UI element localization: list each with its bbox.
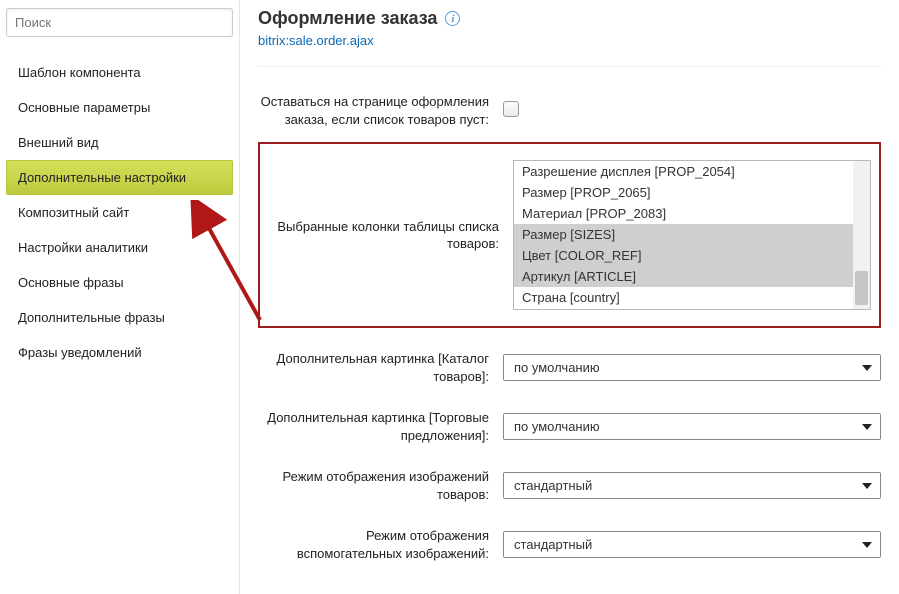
sidebar-item-7[interactable]: Дополнительные фразы bbox=[6, 300, 233, 335]
chevron-down-icon bbox=[862, 542, 872, 548]
column-option-4[interactable]: Цвет [COLOR_REF] bbox=[514, 245, 870, 266]
search-input[interactable] bbox=[6, 8, 233, 37]
select-catalog-image[interactable]: по умолчанию bbox=[503, 354, 881, 381]
label-aux-image-mode: Режим отображения вспомогательных изобра… bbox=[258, 527, 503, 562]
column-option-3[interactable]: Размер [SIZES] bbox=[514, 224, 870, 245]
main-panel: Оформление заказа i bitrix:sale.order.aj… bbox=[240, 0, 899, 594]
component-name: bitrix:sale.order.ajax bbox=[258, 33, 881, 48]
row-offers-image: Дополнительная картинка [Торговые предло… bbox=[258, 397, 881, 456]
label-stay-on-page: Оставаться на странице оформления заказа… bbox=[258, 93, 503, 128]
sidebar: Шаблон компонентаОсновные параметрыВнешн… bbox=[0, 0, 240, 594]
label-catalog-image: Дополнительная картинка [Каталог товаров… bbox=[258, 350, 503, 385]
label-offers-image: Дополнительная картинка [Торговые предло… bbox=[258, 409, 503, 444]
column-option-2[interactable]: Материал [PROP_2083] bbox=[514, 203, 870, 224]
label-columns: Выбранные колонки таблицы списка товаров… bbox=[268, 218, 513, 253]
row-aux-image-mode: Режим отображения вспомогательных изобра… bbox=[258, 515, 881, 574]
divider bbox=[258, 66, 881, 67]
chevron-down-icon bbox=[862, 365, 872, 371]
select-value: по умолчанию bbox=[514, 360, 600, 375]
sidebar-item-4[interactable]: Композитный сайт bbox=[6, 195, 233, 230]
select-value: по умолчанию bbox=[514, 419, 600, 434]
scrollbar-thumb[interactable] bbox=[855, 271, 868, 305]
sidebar-item-5[interactable]: Настройки аналитики bbox=[6, 230, 233, 265]
select-value: стандартный bbox=[514, 537, 592, 552]
page-title: Оформление заказа bbox=[258, 8, 437, 29]
select-aux-image-mode[interactable]: стандартный bbox=[503, 531, 881, 558]
search-wrap bbox=[6, 8, 233, 37]
column-option-0[interactable]: Разрешение дисплея [PROP_2054] bbox=[514, 161, 870, 182]
row-stay-on-page: Оставаться на странице оформления заказа… bbox=[258, 81, 881, 140]
chevron-down-icon bbox=[862, 424, 872, 430]
sidebar-item-6[interactable]: Основные фразы bbox=[6, 265, 233, 300]
row-columns: Выбранные колонки таблицы списка товаров… bbox=[268, 154, 871, 316]
sidebar-nav: Шаблон компонентаОсновные параметрыВнешн… bbox=[6, 47, 233, 370]
sidebar-item-0[interactable]: Шаблон компонента bbox=[6, 55, 233, 90]
scrollbar-track[interactable] bbox=[853, 161, 870, 309]
highlight-frame: Выбранные колонки таблицы списка товаров… bbox=[258, 142, 881, 328]
sidebar-item-1[interactable]: Основные параметры bbox=[6, 90, 233, 125]
checkbox-stay-on-page[interactable] bbox=[503, 101, 519, 117]
column-option-6[interactable]: Страна [country] bbox=[514, 287, 870, 308]
column-option-5[interactable]: Артикул [ARTICLE] bbox=[514, 266, 870, 287]
info-icon[interactable]: i bbox=[445, 11, 460, 26]
label-image-mode: Режим отображения изображений товаров: bbox=[258, 468, 503, 503]
column-option-1[interactable]: Размер [PROP_2065] bbox=[514, 182, 870, 203]
chevron-down-icon bbox=[862, 483, 872, 489]
row-image-mode: Режим отображения изображений товаров: с… bbox=[258, 456, 881, 515]
select-offers-image[interactable]: по умолчанию bbox=[503, 413, 881, 440]
select-image-mode[interactable]: стандартный bbox=[503, 472, 881, 499]
sidebar-item-2[interactable]: Внешний вид bbox=[6, 125, 233, 160]
select-value: стандартный bbox=[514, 478, 592, 493]
sidebar-item-3[interactable]: Дополнительные настройки bbox=[6, 160, 233, 195]
sidebar-item-8[interactable]: Фразы уведомлений bbox=[6, 335, 233, 370]
row-catalog-image: Дополнительная картинка [Каталог товаров… bbox=[258, 338, 881, 397]
columns-multiselect[interactable]: Разрешение дисплея [PROP_2054]Размер [PR… bbox=[513, 160, 871, 310]
